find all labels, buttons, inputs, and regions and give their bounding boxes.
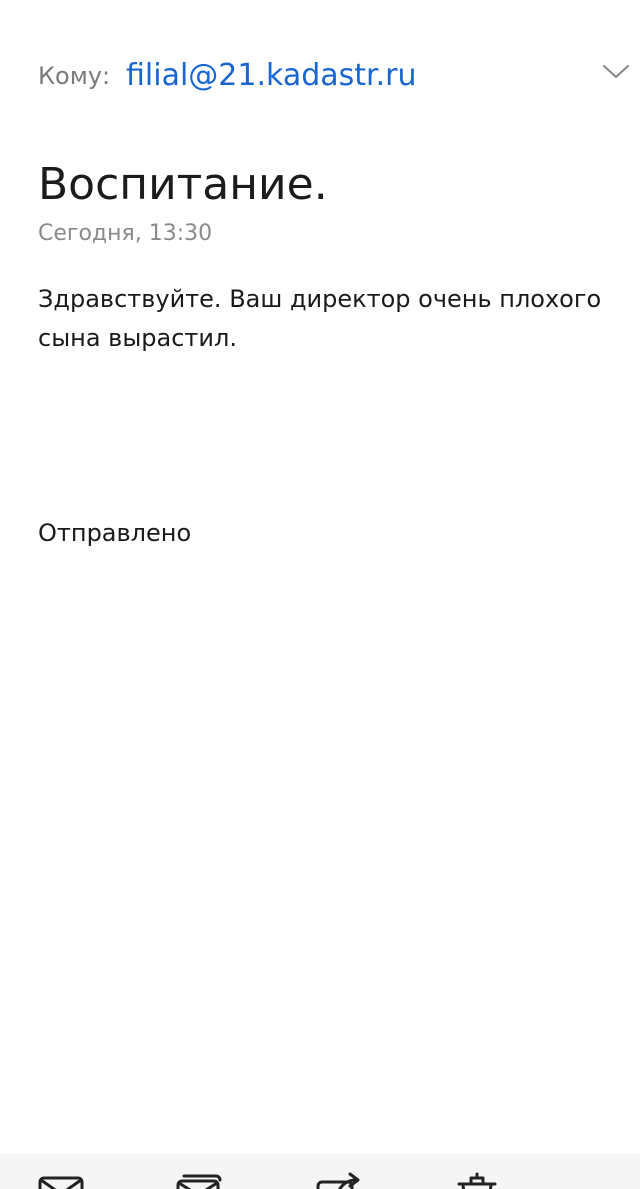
mail-icon[interactable]: [38, 1172, 86, 1189]
recipient-address[interactable]: filial@21.kadastr.ru: [126, 56, 417, 96]
to-label: Кому:: [38, 62, 111, 90]
delete-icon[interactable]: [455, 1172, 503, 1189]
message-date: Сегодня, 13:30: [38, 221, 213, 246]
chevron-down-icon[interactable]: [602, 62, 630, 82]
recipient-row[interactable]: Кому: filial@21.kadastr.ru: [38, 56, 632, 100]
bottom-toolbar: [0, 1154, 640, 1189]
message-body: Здравствуйте. Ваш директор очень плохого…: [38, 285, 602, 352]
message-signature: Отправлено: [38, 519, 192, 547]
message-subject: Воспитание.: [38, 159, 328, 210]
mark-unread-icon[interactable]: [176, 1172, 224, 1189]
forward-icon[interactable]: [316, 1172, 364, 1189]
more-icon[interactable]: [596, 1172, 640, 1189]
